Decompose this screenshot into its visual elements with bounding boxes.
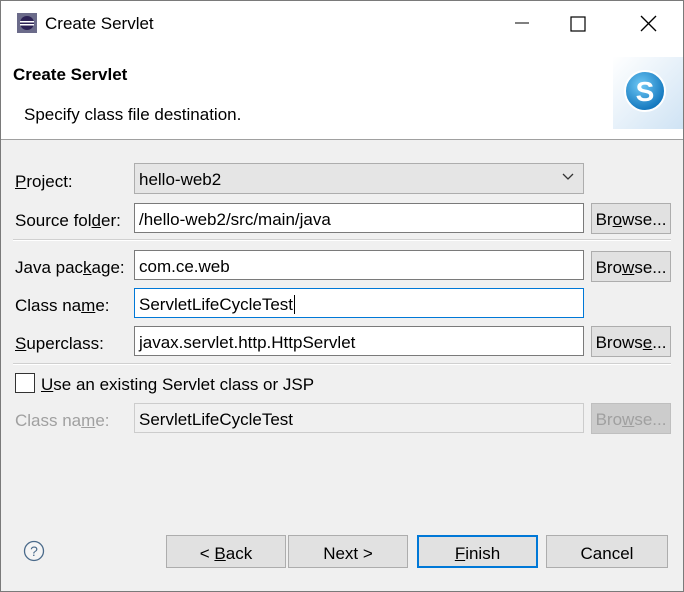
java-package-browse-button[interactable]: Browse... bbox=[591, 251, 671, 282]
existing-class-browse-button: Browse... bbox=[591, 403, 671, 434]
text-cursor bbox=[294, 295, 296, 314]
source-folder-browse-button[interactable]: Browse... bbox=[591, 203, 671, 234]
superclass-label: Superclass: bbox=[15, 334, 104, 353]
source-folder-field[interactable]: /hello-web2/src/main/java bbox=[134, 203, 584, 233]
project-combo[interactable]: hello-web2 bbox=[134, 163, 584, 194]
banner-description: Specify class file destination. bbox=[24, 105, 242, 124]
separator-highlight bbox=[13, 364, 671, 365]
source-folder-label: Source folder: bbox=[15, 211, 121, 230]
java-package-label: Java package: bbox=[15, 258, 125, 277]
superclass-browse-button[interactable]: Browse... bbox=[591, 326, 671, 357]
java-package-field[interactable]: com.ce.web bbox=[134, 250, 584, 280]
project-label: Project: bbox=[15, 172, 73, 191]
title-bar: Create Servlet bbox=[1, 1, 683, 47]
superclass-field[interactable]: javax.servlet.http.HttpServlet bbox=[134, 326, 584, 356]
class-name-label: Class name: bbox=[15, 296, 110, 315]
back-button[interactable]: < Back bbox=[166, 535, 286, 568]
existing-class-name-label: Class name: bbox=[15, 411, 110, 430]
minimize-icon[interactable] bbox=[499, 1, 545, 47]
svg-text:S: S bbox=[636, 76, 655, 107]
create-servlet-dialog: Create Servlet Create Servlet Specify cl… bbox=[0, 0, 684, 592]
chevron-down-icon bbox=[562, 173, 574, 180]
use-existing-checkbox[interactable] bbox=[15, 373, 35, 393]
separator-highlight bbox=[13, 240, 671, 241]
banner-title: Create Servlet bbox=[13, 65, 128, 84]
finish-button[interactable]: Finish bbox=[417, 535, 538, 568]
svg-text:?: ? bbox=[30, 543, 38, 559]
next-button[interactable]: Next > bbox=[288, 535, 408, 568]
servlet-s-logo-icon: S bbox=[613, 57, 683, 129]
maximize-icon[interactable] bbox=[554, 1, 600, 47]
cancel-button[interactable]: Cancel bbox=[546, 535, 668, 568]
wizard-banner: Create Servlet Specify class file destin… bbox=[1, 47, 683, 140]
class-name-field[interactable]: ServletLifeCycleTest bbox=[134, 288, 584, 318]
eclipse-app-icon bbox=[17, 13, 37, 33]
help-icon[interactable]: ? bbox=[23, 540, 45, 562]
use-existing-label[interactable]: Use an existing Servlet class or JSP bbox=[41, 375, 314, 395]
project-combo-value: hello-web2 bbox=[139, 170, 222, 189]
close-icon[interactable] bbox=[626, 1, 672, 47]
existing-class-name-field: ServletLifeCycleTest bbox=[134, 403, 584, 433]
window-title: Create Servlet bbox=[45, 14, 154, 33]
